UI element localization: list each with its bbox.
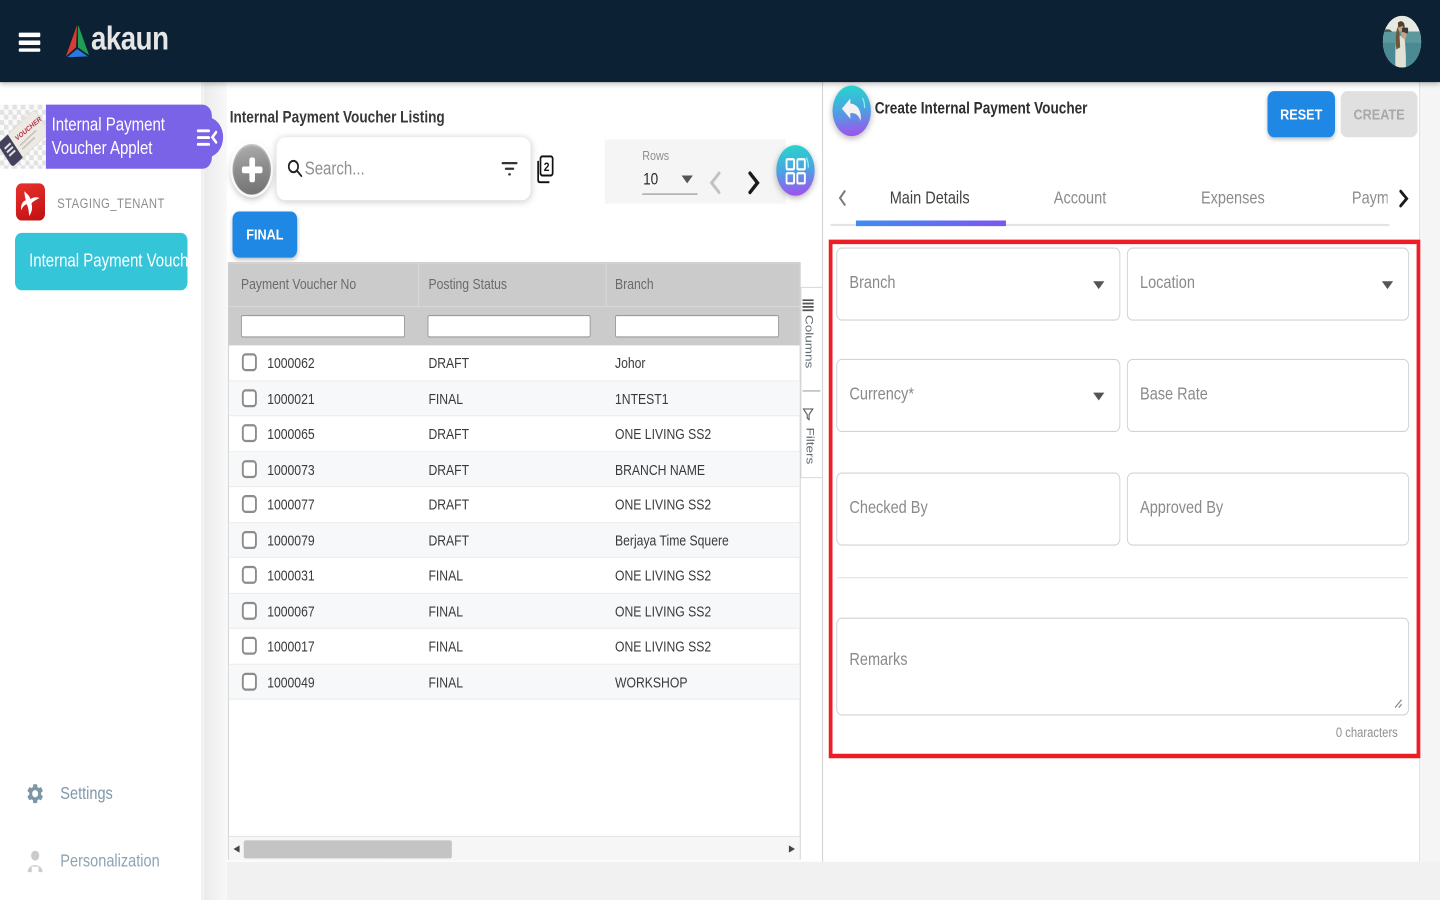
svg-text:2: 2 (544, 161, 550, 174)
